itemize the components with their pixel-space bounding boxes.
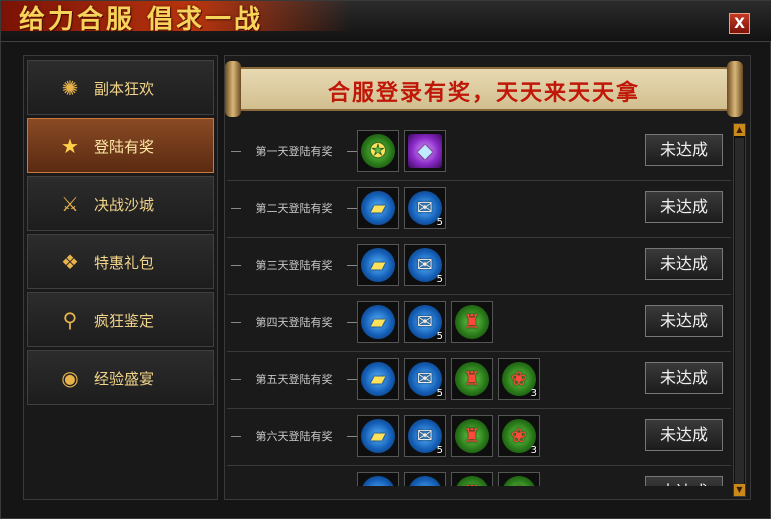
treasure-pot-icon: ◉ bbox=[61, 366, 79, 390]
star-gift-icon: ★ bbox=[61, 134, 79, 158]
game-window: 给力合服 倡求一战 X ✺ 副本狂欢 ★ 登陆有奖 ⚔ 决战沙城 ❖ 特惠礼包 ⚲ 疯狂鉴定 ◉ 经验… bbox=[0, 0, 771, 519]
item-quantity: 5 bbox=[436, 388, 443, 399]
reward-slot[interactable]: ▰ bbox=[357, 301, 399, 343]
sidebar-item-1[interactable]: ★ 登陆有奖 bbox=[27, 118, 214, 173]
close-button[interactable]: X bbox=[729, 13, 750, 34]
reward-row: 第七天登陆有奖▰✉♜❀未达成 bbox=[227, 466, 731, 486]
sidebar-item-5[interactable]: ◉ 经验盛宴 bbox=[27, 350, 214, 405]
scroll-banner: 合服登录有奖，天天来天天拿 bbox=[225, 61, 743, 117]
claim-status-button[interactable]: 未达成 bbox=[645, 305, 723, 337]
item-glyph: ▰ bbox=[370, 425, 386, 447]
reward-slot[interactable]: ✉ 5 bbox=[404, 358, 446, 400]
claim-status-button[interactable]: 未达成 bbox=[645, 419, 723, 451]
sidebar-item-label: 决战沙城 bbox=[94, 196, 155, 214]
item-quantity: 5 bbox=[436, 445, 443, 456]
reward-slot[interactable]: ✉ 5 bbox=[404, 301, 446, 343]
item-glyph: ♜ bbox=[452, 473, 492, 486]
item-glyph: ♜ bbox=[463, 368, 481, 390]
reward-slot[interactable]: ❀ 3 bbox=[498, 415, 540, 457]
item-glyph: ❀ bbox=[499, 473, 539, 486]
reward-slot[interactable]: ✉ 5 bbox=[404, 244, 446, 286]
item-glyph: ✉ bbox=[405, 473, 445, 486]
reward-slot[interactable]: ✉ 5 bbox=[404, 415, 446, 457]
reward-slot[interactable]: ◆ bbox=[404, 130, 446, 172]
sidebar-item-label: 副本狂欢 bbox=[94, 80, 155, 98]
sidebar-item-3[interactable]: ❖ 特惠礼包 bbox=[27, 234, 214, 289]
scroll-roll-left bbox=[225, 61, 241, 117]
title-banner: 给力合服 倡求一战 bbox=[1, 1, 351, 35]
reward-slot[interactable]: ❀ 3 bbox=[498, 358, 540, 400]
claim-status-button[interactable]: 未达成 bbox=[645, 191, 723, 223]
day-label: 第五天登陆有奖 bbox=[231, 372, 357, 388]
reward-slot[interactable]: ♜ bbox=[451, 358, 493, 400]
day-label: 第二天登陆有奖 bbox=[231, 201, 357, 217]
reward-row: 第三天登陆有奖 ▰ ✉ 5 未达成 bbox=[227, 238, 731, 295]
crossed-swords-icon: ⚔ bbox=[61, 192, 79, 216]
claim-status-button[interactable]: 未达成 bbox=[645, 362, 723, 394]
reward-slot[interactable]: ✉ bbox=[404, 472, 446, 486]
reward-slot[interactable]: ✪ bbox=[357, 130, 399, 172]
item-glyph: ▰ bbox=[358, 473, 398, 486]
title-bar: 给力合服 倡求一战 X bbox=[1, 1, 771, 42]
gift-box-icon: ❖ bbox=[61, 250, 79, 274]
claim-status-button[interactable]: 未达成 bbox=[645, 476, 723, 486]
reward-row: 第一天登陆有奖 ✪ ◆ 未达成 bbox=[227, 124, 731, 181]
scroll-down-arrow-icon[interactable]: ▼ bbox=[734, 484, 745, 496]
sidebar-item-label: 疯狂鉴定 bbox=[94, 312, 155, 330]
item-glyph: ▰ bbox=[370, 311, 386, 333]
reward-slot[interactable]: ▰ bbox=[357, 358, 399, 400]
reward-slot[interactable]: ▰ bbox=[357, 187, 399, 229]
firework-icon: ✺ bbox=[61, 76, 79, 100]
reward-row: 第六天登陆有奖 ▰ ✉ 5 ♜ ❀ 3 未达成 bbox=[227, 409, 731, 466]
sidebar-item-label: 经验盛宴 bbox=[94, 370, 155, 388]
item-quantity: 3 bbox=[530, 445, 537, 456]
reward-slot[interactable]: ♜ bbox=[451, 301, 493, 343]
day-label: 第一天登陆有奖 bbox=[231, 144, 357, 160]
item-quantity: 5 bbox=[436, 331, 443, 342]
scroll-thumb[interactable] bbox=[735, 138, 744, 484]
sidebar-item-label: 登陆有奖 bbox=[94, 138, 155, 156]
item-quantity: 3 bbox=[530, 388, 537, 399]
scroll-roll-right bbox=[727, 61, 743, 117]
item-glyph: ♜ bbox=[463, 425, 481, 447]
item-glyph: ◆ bbox=[417, 140, 433, 162]
reward-row: 第五天登陆有奖 ▰ ✉ 5 ♜ ❀ 3 未达成 bbox=[227, 352, 731, 409]
item-quantity: 5 bbox=[436, 217, 443, 228]
item-glyph: ♜ bbox=[463, 311, 481, 333]
scrollbar[interactable]: ▲ ▼ bbox=[733, 123, 746, 497]
window-title: 给力合服 倡求一战 bbox=[19, 5, 264, 35]
sidebar-item-4[interactable]: ⚲ 疯狂鉴定 bbox=[27, 292, 214, 347]
day-label: 第六天登陆有奖 bbox=[231, 429, 357, 445]
reward-row: 第四天登陆有奖 ▰ ✉ 5 ♜ 未达成 bbox=[227, 295, 731, 352]
reward-slot[interactable]: ▰ bbox=[357, 472, 399, 486]
reward-slot[interactable]: ♜ bbox=[451, 415, 493, 457]
sidebar-item-label: 特惠礼包 bbox=[94, 254, 155, 272]
banner-text: 合服登录有奖，天天来天天拿 bbox=[327, 80, 640, 106]
claim-status-button[interactable]: 未达成 bbox=[645, 134, 723, 166]
reward-slot[interactable]: ❀ bbox=[498, 472, 540, 486]
reward-slot[interactable]: ▰ bbox=[357, 415, 399, 457]
reward-row: 第二天登陆有奖 ▰ ✉ 5 未达成 bbox=[227, 181, 731, 238]
reward-slot[interactable]: ▰ bbox=[357, 244, 399, 286]
day-label: 第四天登陆有奖 bbox=[231, 315, 357, 331]
magnifier-key-icon: ⚲ bbox=[62, 308, 78, 332]
reward-slot[interactable]: ✉ 5 bbox=[404, 187, 446, 229]
banner-paper: 合服登录有奖，天天来天天拿 bbox=[239, 67, 729, 111]
item-glyph: ▰ bbox=[370, 254, 386, 276]
item-glyph: ▰ bbox=[370, 197, 386, 219]
reward-slot[interactable]: ♜ bbox=[451, 472, 493, 486]
day-label: 第三天登陆有奖 bbox=[231, 258, 357, 274]
item-quantity: 5 bbox=[436, 274, 443, 285]
sidebar-item-2[interactable]: ⚔ 决战沙城 bbox=[27, 176, 214, 231]
sidebar-item-0[interactable]: ✺ 副本狂欢 bbox=[27, 60, 214, 115]
item-glyph: ✪ bbox=[370, 140, 386, 162]
sidebar: ✺ 副本狂欢 ★ 登陆有奖 ⚔ 决战沙城 ❖ 特惠礼包 ⚲ 疯狂鉴定 ◉ 经验盛宴 bbox=[23, 55, 218, 500]
item-glyph: ▰ bbox=[370, 368, 386, 390]
claim-status-button[interactable]: 未达成 bbox=[645, 248, 723, 280]
scroll-up-arrow-icon[interactable]: ▲ bbox=[734, 124, 745, 136]
